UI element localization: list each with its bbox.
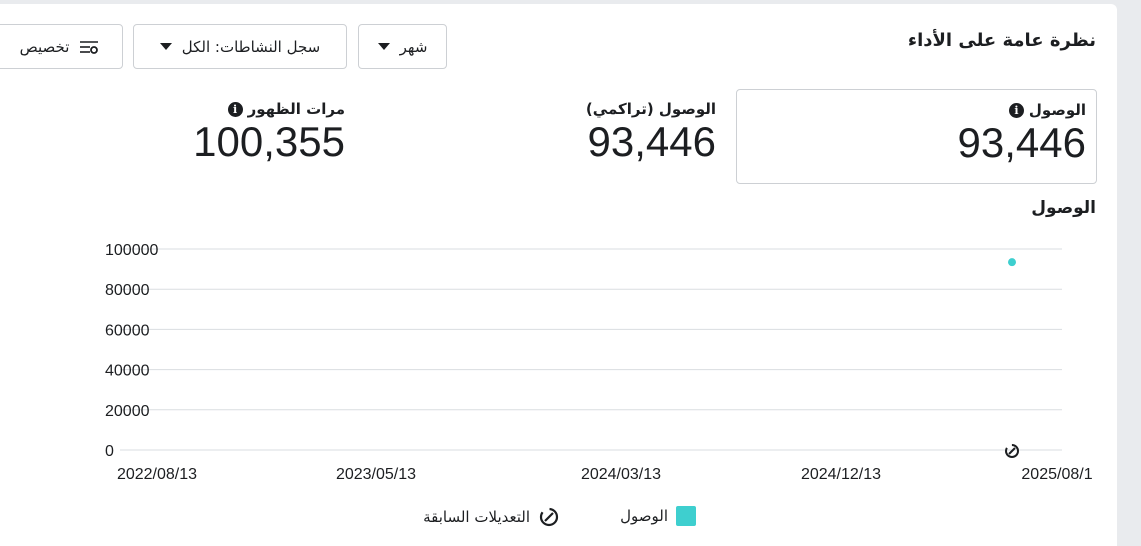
y-tick-label: 100000 [105, 242, 158, 259]
data-point [1008, 258, 1016, 267]
x-tick-label: 2022/08/13 [117, 466, 197, 483]
reach-chart: 0 20000 40000 60000 80000 100000 2022/08/13 202… [105, 242, 1093, 483]
y-tick-label: 20000 [105, 403, 150, 420]
legend-label-reach: الوصول [620, 507, 668, 525]
x-tick-label: 2023/05/13 [336, 466, 416, 483]
edit-marker-icon [539, 507, 559, 527]
x-tick-label: 2024/03/13 [581, 466, 661, 483]
y-tick-label: 0 [105, 443, 114, 460]
y-tick-label: 60000 [105, 322, 150, 339]
y-tick-label: 80000 [105, 282, 150, 299]
legend-label-edits: التعديلات السابقة [423, 508, 530, 526]
legend-item-edits[interactable]: التعديلات السابقة [423, 506, 560, 528]
y-tick-label: 40000 [105, 363, 150, 380]
legend-item-reach[interactable]: الوصول [620, 506, 696, 526]
performance-overview-card: نظرة عامة على الأداء شهر سجل النشاطات: ا… [0, 4, 1117, 546]
edit-marker[interactable] [1005, 444, 1019, 458]
x-tick-label: 2024/12/13 [801, 466, 881, 483]
edit-marker-slash [1008, 447, 1016, 455]
x-tick-label: 2025/08/1 [1021, 466, 1092, 483]
legend-swatch [676, 506, 696, 526]
